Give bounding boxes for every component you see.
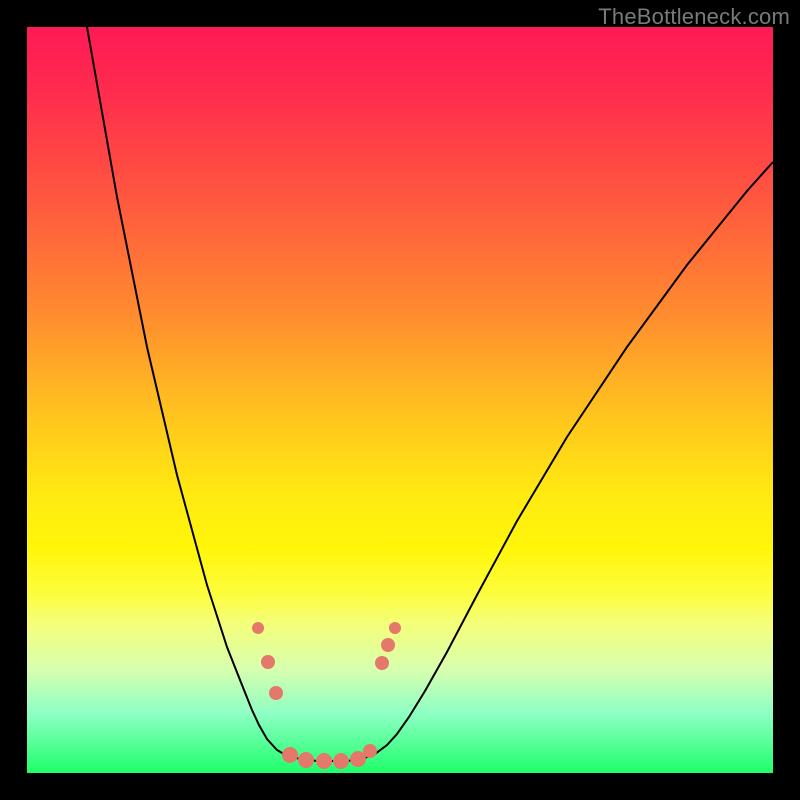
data-marker xyxy=(298,752,314,768)
data-marker xyxy=(261,655,275,669)
data-marker xyxy=(282,747,298,763)
curve-layer xyxy=(27,27,773,773)
watermark-text: TheBottleneck.com xyxy=(598,4,790,30)
curve-left-branch xyxy=(87,27,302,759)
data-marker xyxy=(269,686,283,700)
plot-area xyxy=(27,27,773,773)
data-marker xyxy=(252,622,264,634)
data-marker xyxy=(363,744,377,758)
data-marker xyxy=(333,753,349,769)
data-marker xyxy=(375,656,389,670)
data-marker xyxy=(381,638,395,652)
data-marker xyxy=(389,622,401,634)
data-marker xyxy=(316,753,332,769)
curve-right-branch xyxy=(362,162,773,759)
